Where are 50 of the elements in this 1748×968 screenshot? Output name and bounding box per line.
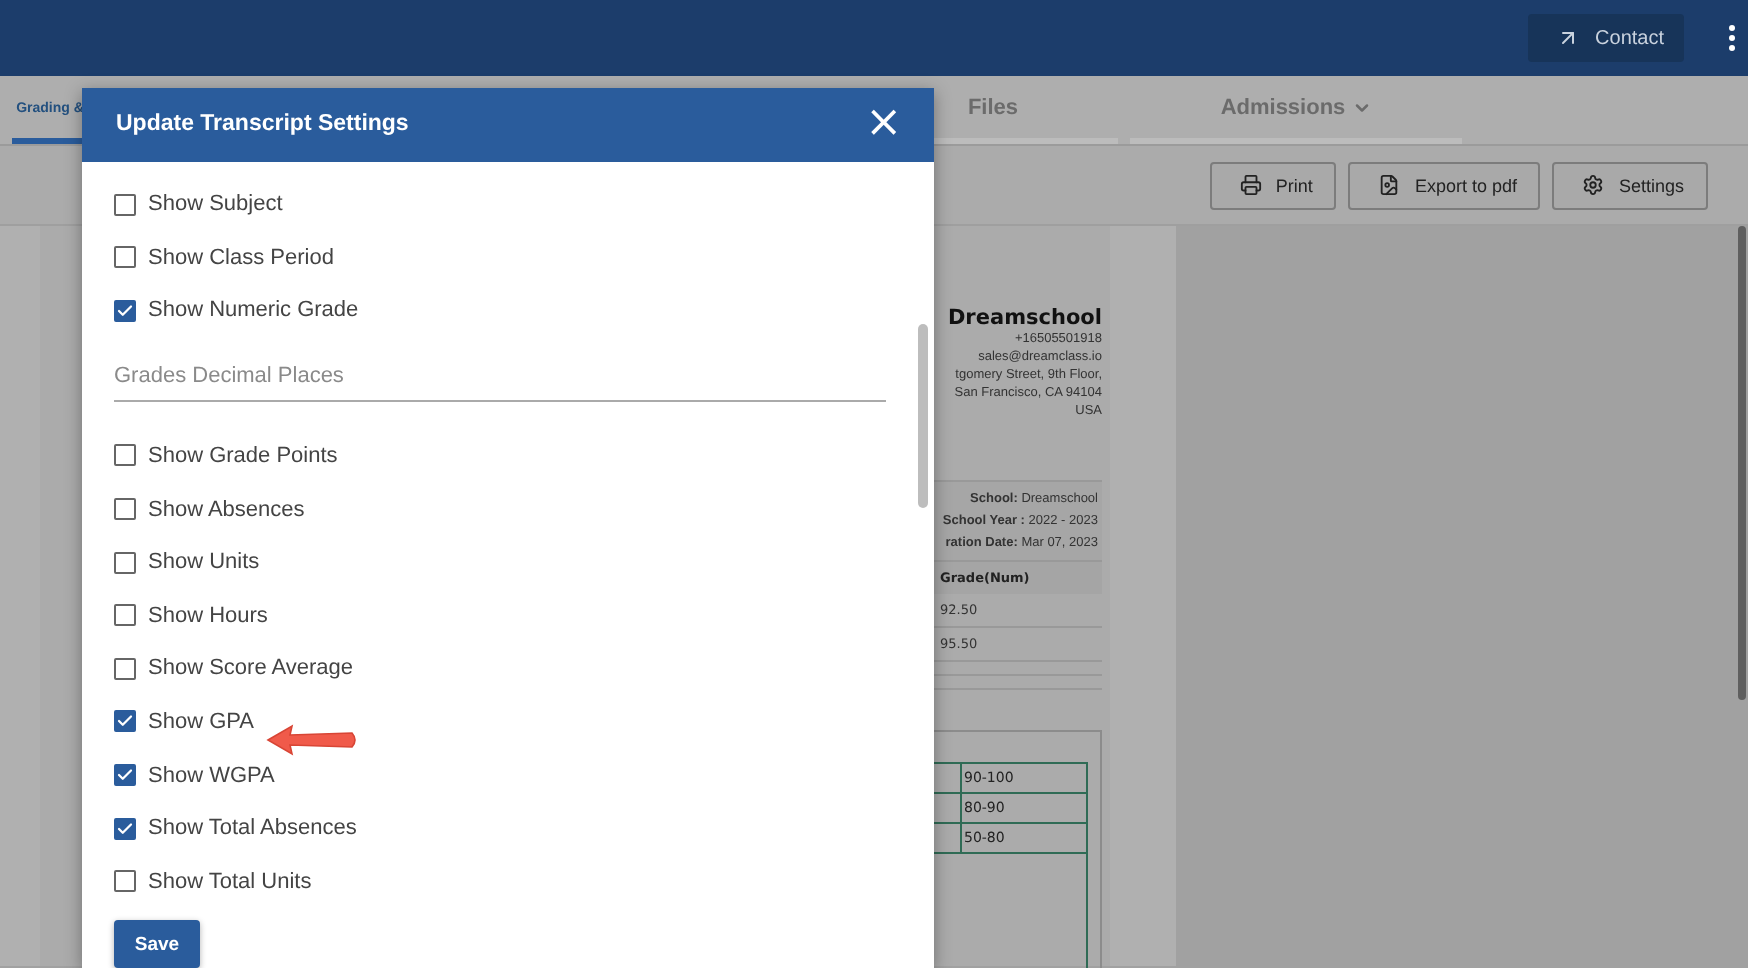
pdf-button[interactable]: Export to pdf — [1348, 161, 1541, 209]
scrollbar[interactable] — [1738, 226, 1746, 700]
settings-button[interactable]: Settings — [1552, 161, 1708, 209]
option-label: Show Units — [148, 550, 260, 575]
option-label: Show Hours — [148, 603, 268, 628]
contact-button[interactable]: Contact — [1527, 14, 1684, 62]
option-label: Show WGPA — [148, 763, 275, 788]
checkbox[interactable] — [114, 817, 136, 840]
checkbox-option[interactable]: Show Subject — [114, 177, 886, 231]
checkbox[interactable] — [114, 444, 136, 467]
settings-icon — [1582, 174, 1605, 196]
checkbox[interactable] — [114, 193, 136, 216]
pointer-arrow — [264, 722, 360, 758]
option-label: Show Class Period — [148, 245, 334, 270]
more-icon[interactable] — [1728, 24, 1736, 52]
option-label: Show Score Average — [148, 656, 354, 681]
checkbox[interactable] — [114, 299, 136, 322]
checkbox-option[interactable]: Show Absences — [114, 482, 886, 536]
checkbox-option[interactable]: Show WGPA — [114, 748, 886, 802]
option-label: Show Absences — [148, 497, 305, 522]
checkbox-option[interactable]: Show Hours — [114, 588, 886, 643]
checkbox-option[interactable]: Show Numeric Grade — [114, 284, 886, 338]
checkbox[interactable] — [114, 498, 136, 521]
scrollbar[interactable] — [918, 323, 928, 508]
printer-icon — [1239, 174, 1262, 196]
save-button[interactable]: Save — [114, 920, 200, 968]
checkbox-option[interactable]: Show Grade Points — [114, 429, 886, 483]
checkbox[interactable] — [114, 604, 136, 627]
checkbox[interactable] — [114, 246, 136, 269]
school-name: Dreamschool — [947, 306, 1102, 330]
checkbox-option[interactable]: Show Score Average — [114, 642, 886, 696]
checkbox[interactable] — [114, 870, 136, 893]
option-label: Show Subject — [148, 192, 283, 217]
checkbox-option[interactable]: Show Class Period — [114, 230, 886, 285]
dialog-title: Update Transcript Settings — [116, 112, 409, 137]
checkbox[interactable] — [114, 551, 136, 574]
checkbox[interactable] — [114, 710, 136, 733]
option-label: Show Grade Points — [148, 443, 338, 468]
option-label: Show Total Absences — [148, 816, 357, 841]
checkbox[interactable] — [114, 657, 136, 680]
option-label: Show GPA — [148, 709, 254, 734]
checkbox-option[interactable]: Show Units — [114, 535, 886, 589]
checkbox-option[interactable]: Show Total Absences — [114, 801, 886, 855]
checkbox-option[interactable]: Show Total Units — [114, 854, 886, 908]
checkbox-option[interactable]: Show GPA — [114, 695, 886, 749]
checkbox[interactable] — [114, 764, 136, 787]
option-label: Show Total Units — [148, 869, 312, 894]
option-label: Show Numeric Grade — [148, 298, 359, 323]
file-icon — [1378, 174, 1401, 196]
print-button[interactable]: Print — [1209, 161, 1337, 209]
